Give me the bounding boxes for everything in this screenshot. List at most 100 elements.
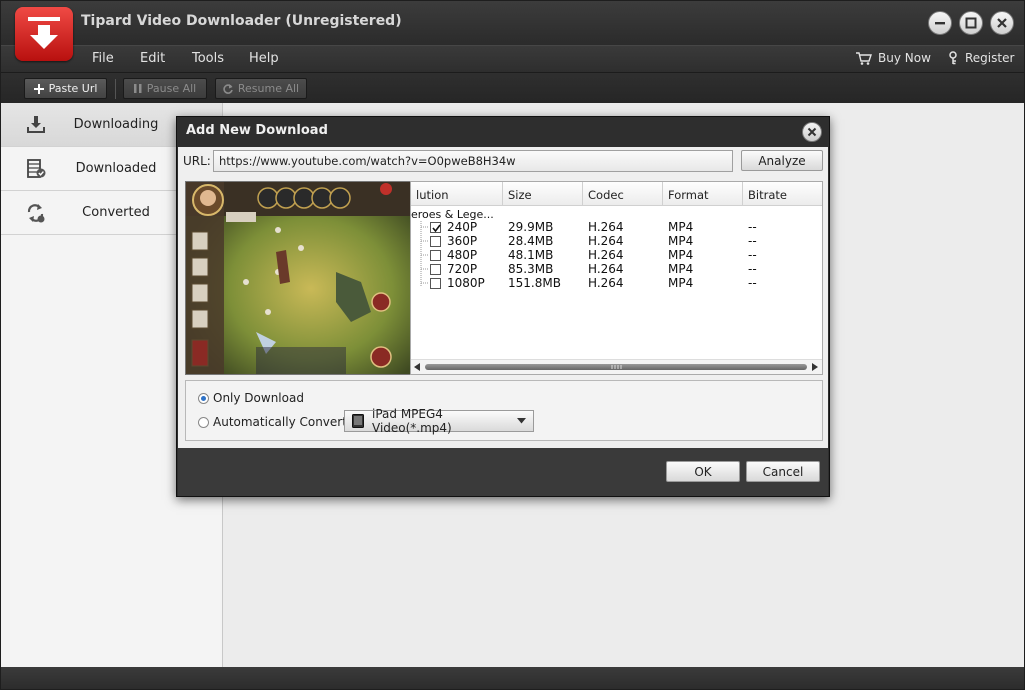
- download-arrow-logo-icon: [28, 17, 60, 49]
- refresh-icon: [223, 83, 233, 94]
- resume-all-button[interactable]: Resume All: [215, 78, 307, 99]
- download-tray-icon: [27, 116, 45, 133]
- checkmark-icon: [432, 224, 441, 233]
- column-header-format[interactable]: Format: [663, 182, 743, 206]
- dialog-body: URL: Analyze: [178, 147, 828, 448]
- row-bitrate: --: [748, 248, 757, 262]
- pause-icon: [133, 84, 142, 93]
- cart-icon: [856, 52, 872, 65]
- sidebar-item-label: Converted: [82, 205, 150, 220]
- sidebar-item-label: Downloaded: [75, 161, 157, 176]
- scroll-left-icon: [414, 363, 420, 371]
- row-bitrate: --: [748, 276, 757, 290]
- row-size: 29.9MB: [508, 220, 554, 234]
- tablet-icon: [352, 414, 364, 428]
- menu-file[interactable]: File: [92, 51, 114, 66]
- column-header-resolution[interactable]: lution: [411, 182, 503, 206]
- scrollbar-thumb[interactable]: [425, 364, 807, 370]
- maximize-icon: [965, 17, 977, 29]
- maximize-button[interactable]: [959, 11, 983, 35]
- row-resolution: 240P: [447, 220, 478, 234]
- app-window: Tipard Video Downloader (Unregistered) F…: [0, 0, 1025, 690]
- row-resolution: 720P: [447, 262, 478, 276]
- horizontal-scrollbar[interactable]: [411, 359, 822, 374]
- chevron-down-icon: [517, 418, 526, 424]
- row-size: 85.3MB: [508, 262, 554, 276]
- row-codec: H.264: [588, 262, 624, 276]
- row-checkbox-240p[interactable]: [430, 222, 441, 233]
- resolution-table: lution Size Codec Format Bitrate eroes &…: [410, 181, 823, 375]
- pause-all-button[interactable]: Pause All: [123, 78, 207, 99]
- row-format: MP4: [668, 234, 694, 248]
- menu-edit[interactable]: Edit: [140, 51, 165, 66]
- menu-help[interactable]: Help: [249, 51, 279, 66]
- row-bitrate: --: [748, 220, 757, 234]
- row-codec: H.264: [588, 234, 624, 248]
- buy-now-link[interactable]: Buy Now: [856, 51, 931, 65]
- key-icon: [949, 51, 957, 65]
- download-options-panel: Only Download Automatically Convert to: …: [185, 380, 823, 441]
- video-preview-thumbnail: [185, 181, 412, 375]
- dialog-close-button[interactable]: [802, 122, 822, 142]
- only-download-label: Only Download: [213, 391, 304, 405]
- title-bar: Tipard Video Downloader (Unregistered): [1, 1, 1024, 45]
- pause-all-label: Pause All: [146, 82, 197, 95]
- row-bitrate: --: [748, 262, 757, 276]
- row-resolution: 480P: [447, 248, 478, 262]
- row-resolution: 1080P: [447, 276, 485, 290]
- row-size: 48.1MB: [508, 248, 554, 262]
- column-header-codec[interactable]: Codec: [583, 182, 663, 206]
- buy-now-label: Buy Now: [878, 51, 931, 65]
- plus-icon: [33, 83, 44, 94]
- row-bitrate: --: [748, 234, 757, 248]
- paste-url-label: Paste Url: [48, 82, 98, 95]
- row-format: MP4: [668, 220, 694, 234]
- close-icon: [807, 127, 817, 137]
- scroll-right-icon: [812, 363, 818, 371]
- status-bar: [1, 667, 1024, 689]
- film-check-icon: [27, 159, 46, 178]
- resume-all-label: Resume All: [237, 82, 300, 95]
- minimize-icon: [935, 22, 945, 25]
- row-codec: H.264: [588, 248, 624, 262]
- column-header-bitrate[interactable]: Bitrate: [743, 182, 822, 206]
- dialog-footer: OK Cancel: [178, 448, 828, 496]
- dialog-title: Add New Download: [186, 123, 328, 138]
- close-icon: [997, 18, 1007, 28]
- menu-tools[interactable]: Tools: [192, 51, 224, 66]
- toolbar: Paste Url Pause All Resume All: [1, 72, 1024, 103]
- row-format: MP4: [668, 262, 694, 276]
- minimize-button[interactable]: [928, 11, 952, 35]
- add-download-dialog: Add New Download URL: Analyze: [176, 116, 830, 497]
- menu-bar: File Edit Tools Help Buy Now Register: [1, 45, 1024, 72]
- url-label: URL:: [183, 154, 211, 168]
- only-download-radio[interactable]: [198, 393, 209, 404]
- ok-button[interactable]: OK: [666, 461, 740, 482]
- analyze-button[interactable]: Analyze: [741, 150, 823, 171]
- cancel-button[interactable]: Cancel: [746, 461, 820, 482]
- register-label: Register: [965, 51, 1015, 65]
- row-checkbox-480p[interactable]: [430, 250, 441, 261]
- row-codec: H.264: [588, 220, 624, 234]
- row-checkbox-1080p[interactable]: [430, 278, 441, 289]
- column-header-size[interactable]: Size: [503, 182, 583, 206]
- auto-convert-radio[interactable]: [198, 417, 209, 428]
- register-link[interactable]: Register: [947, 51, 1014, 65]
- close-button[interactable]: [990, 11, 1014, 35]
- row-checkbox-720p[interactable]: [430, 264, 441, 275]
- app-logo: [15, 7, 73, 61]
- convert-arrows-icon: [27, 204, 45, 223]
- convert-format-select[interactable]: iPad MPEG4 Video(*.mp4): [344, 407, 534, 435]
- row-format: MP4: [668, 276, 694, 290]
- toolbar-separator: [115, 79, 116, 99]
- row-codec: H.264: [588, 276, 624, 290]
- grip-icon: [611, 365, 622, 369]
- row-resolution: 360P: [447, 234, 478, 248]
- convert-format-value: iPad MPEG4 Video(*.mp4): [372, 407, 452, 435]
- paste-url-button[interactable]: Paste Url: [24, 78, 107, 99]
- sidebar-item-label: Downloading: [73, 117, 159, 132]
- video-thumbnail-image: [186, 182, 411, 374]
- url-input[interactable]: [213, 150, 733, 172]
- row-checkbox-360p[interactable]: [430, 236, 441, 247]
- window-title: Tipard Video Downloader (Unregistered): [81, 13, 402, 29]
